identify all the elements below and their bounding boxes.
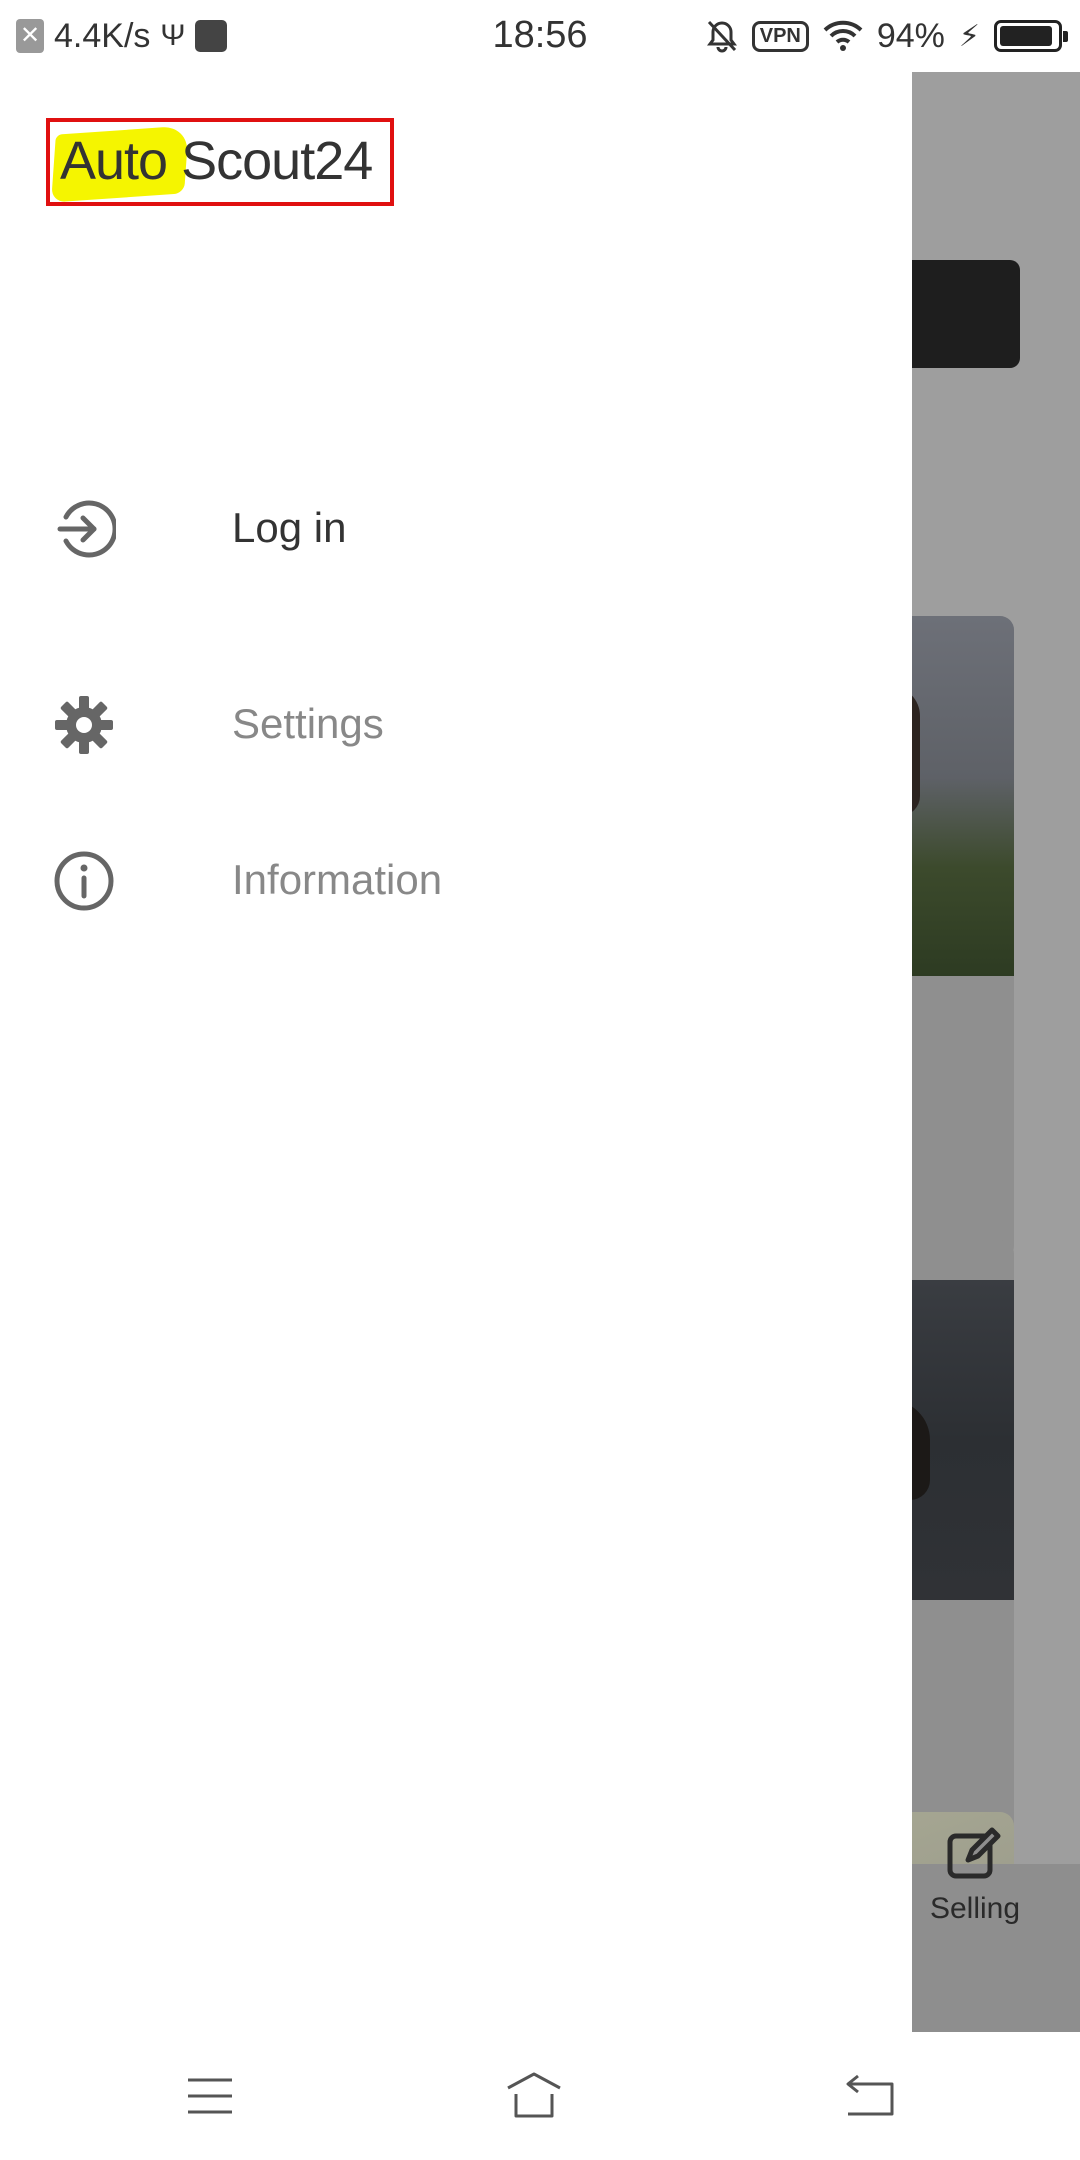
charging-icon: ⚡: [958, 19, 980, 53]
edit-icon: [947, 1827, 1001, 1879]
drawer-item-label: Settings: [232, 700, 384, 747]
info-icon: [54, 851, 114, 911]
status-bar-right: VPN 94% ⚡: [706, 14, 1068, 58]
drawer-item-label: Information: [232, 856, 443, 903]
gear-icon: [55, 696, 113, 754]
autoscout24-logo[interactable]: Auto Scout24: [46, 118, 394, 206]
back-icon[interactable]: [840, 2068, 900, 2124]
status-bar: ✕ 4.4K/s Ψ 18:56 VPN 94% ⚡: [0, 0, 1080, 72]
navigation-drawer: Auto Scout24 Log in Settings Information: [0, 72, 912, 2032]
menu-icon[interactable]: [180, 2068, 240, 2124]
battery-fill: [1000, 26, 1053, 46]
drawer-item-login[interactable]: Log in: [0, 464, 912, 594]
selling-tab-label: Selling: [929, 1892, 1021, 1925]
login-arrow-icon: [57, 500, 116, 558]
battery-icon: [994, 20, 1068, 52]
logo-text-scout24: Scout24: [181, 131, 373, 191]
logo-text-auto: Auto: [60, 131, 168, 191]
battery-percent: 94%: [876, 16, 945, 55]
bell-off-icon: [706, 20, 737, 53]
drawer-item-information[interactable]: Information: [0, 816, 912, 946]
vpn-badge: VPN: [751, 20, 809, 52]
wifi-icon: [823, 20, 863, 51]
system-navigation-bar: [0, 2032, 1080, 2160]
drawer-item-settings[interactable]: Settings: [0, 660, 912, 790]
drawer-item-label: Log in: [232, 504, 347, 551]
home-icon[interactable]: [504, 2068, 564, 2124]
